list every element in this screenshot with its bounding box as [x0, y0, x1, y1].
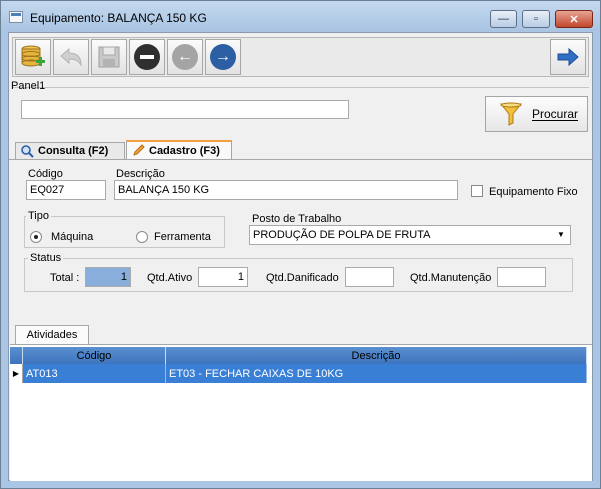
app-window-icon	[9, 11, 23, 23]
qtd-ativo-field[interactable]: 1	[198, 267, 248, 287]
panel-label: Panel1	[11, 80, 46, 92]
undo-icon	[60, 47, 82, 67]
exit-button[interactable]	[550, 39, 586, 75]
funnel-icon	[500, 102, 522, 126]
qtd-manutencao-label: Qtd.Manutenção	[410, 272, 492, 284]
equipamento-fixo-label: Equipamento Fixo	[489, 186, 578, 198]
descricao-label: Descrição	[116, 168, 165, 180]
grid-header-indicator	[10, 347, 23, 364]
equipamento-fixo-checkbox[interactable]	[471, 185, 483, 197]
search-input[interactable]	[21, 100, 349, 119]
status-group-title: Status	[28, 252, 64, 264]
minus-circle-icon	[134, 44, 160, 70]
descricao-field[interactable]: BALANÇA 150 KG	[114, 180, 458, 200]
cell-descricao[interactable]: ET03 - FECHAR CAIXAS DE 10KG	[166, 364, 587, 383]
arrow-right-icon: →	[210, 44, 236, 70]
total-label: Total :	[50, 272, 80, 284]
pencil-icon	[133, 144, 145, 156]
tipo-group-title: Tipo	[26, 210, 51, 222]
codigo-field[interactable]: EQ027	[26, 180, 106, 200]
save-button[interactable]	[91, 39, 127, 75]
next-record-button[interactable]: →	[205, 39, 241, 75]
column-header-descricao[interactable]: Descrição	[166, 347, 587, 364]
cell-codigo[interactable]: AT013	[23, 364, 166, 383]
qtd-danificado-field[interactable]	[345, 267, 394, 287]
title-bar[interactable]: Equipamento: BALANÇA 150 KG — ▫ ✕	[1, 1, 600, 31]
search-button[interactable]: Procurar	[485, 96, 588, 132]
close-button[interactable]: ✕	[555, 10, 593, 28]
arrow-left-icon: ←	[172, 44, 198, 70]
client-area: ← → Panel1 Procurar Consulta (F2) Cadast…	[8, 32, 594, 481]
radio-ferramenta-label: Ferramenta	[154, 231, 211, 243]
radio-maquina[interactable]	[30, 231, 42, 243]
search-button-label: Procurar	[532, 107, 579, 121]
column-header-codigo[interactable]: Código	[23, 347, 166, 364]
delete-button[interactable]	[129, 39, 165, 75]
posto-label: Posto de Trabalho	[252, 213, 342, 225]
minimize-button[interactable]: —	[490, 10, 517, 28]
toolbar: ← →	[12, 37, 589, 77]
qtd-ativo-label: Qtd.Ativo	[147, 272, 193, 284]
main-tabs: Consulta (F2) Cadastro (F3)	[9, 140, 594, 160]
exit-arrow-icon	[557, 47, 579, 67]
atividades-grid: Código Descrição ▶ AT013 ET03 - FECHAR C…	[10, 344, 592, 481]
magnifier-icon	[21, 144, 34, 158]
table-row[interactable]: ▶ AT013 ET03 - FECHAR CAIXAS DE 10KG	[10, 364, 587, 383]
tab-cadastro-label: Cadastro (F3)	[149, 144, 220, 157]
total-field[interactable]: 1	[85, 267, 131, 287]
qtd-danificado-label: Qtd.Danificado	[266, 272, 339, 284]
row-indicator-icon: ▶	[10, 364, 23, 383]
new-record-button[interactable]	[15, 39, 51, 75]
tab-consulta-label: Consulta (F2)	[38, 145, 109, 157]
tab-consulta[interactable]: Consulta (F2)	[15, 142, 125, 159]
radio-ferramenta[interactable]	[136, 231, 148, 243]
radio-maquina-label: Máquina	[51, 231, 94, 243]
posto-value: PRODUÇÃO DE POLPA DE FRUTA	[253, 229, 431, 241]
codigo-label: Código	[28, 168, 63, 180]
maximize-button[interactable]: ▫	[522, 10, 550, 28]
tab-atividades[interactable]: Atividades	[15, 325, 89, 344]
undo-button[interactable]	[53, 39, 89, 75]
save-icon	[98, 46, 120, 68]
tab-divider	[9, 159, 594, 160]
qtd-manutencao-field[interactable]	[497, 267, 546, 287]
chevron-down-icon[interactable]: ▼	[553, 227, 569, 243]
app-window: Equipamento: BALANÇA 150 KG — ▫ ✕ ← → Pa…	[0, 0, 601, 489]
tab-cadastro[interactable]: Cadastro (F3)	[126, 140, 232, 159]
database-add-icon	[21, 45, 45, 67]
window-title: Equipamento: BALANÇA 150 KG	[30, 11, 207, 25]
posto-combobox[interactable]: PRODUÇÃO DE POLPA DE FRUTA ▼	[249, 225, 571, 245]
grid-header: Código Descrição	[10, 347, 587, 364]
previous-record-button[interactable]: ←	[167, 39, 203, 75]
